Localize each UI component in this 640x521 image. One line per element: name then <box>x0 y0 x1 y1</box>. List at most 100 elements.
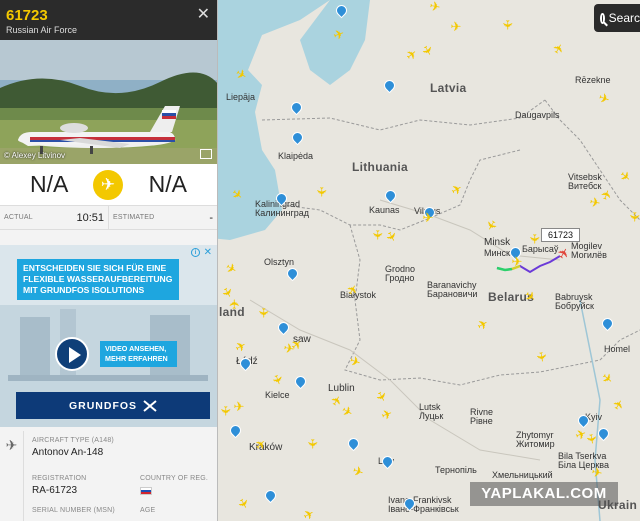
aircraft-type: Antonov An-148 <box>32 447 104 458</box>
airport-pin[interactable] <box>384 80 393 92</box>
airport-pin[interactable] <box>348 438 357 450</box>
flight-info-panel: 61723 Russian Air Force ✕ © Alexey Litvi… <box>0 0 218 521</box>
actual-label: ACTUAL <box>4 214 33 221</box>
destination-code[interactable]: N/A <box>149 171 187 198</box>
expand-icon[interactable] <box>200 149 212 159</box>
label-ivano-ru: Івано-Франківськ <box>388 504 459 514</box>
label-klaipeda: Klaipėda <box>278 151 314 161</box>
label-liepaja: Liepāja <box>226 92 256 102</box>
russia-flag-icon <box>140 487 152 495</box>
estimated-time: - <box>209 211 213 224</box>
airport-pin[interactable] <box>382 456 391 468</box>
airport-pin[interactable] <box>230 425 239 437</box>
actual-time: 10:51 <box>76 211 104 224</box>
close-icon[interactable]: ✕ <box>197 7 210 23</box>
search-label: Searc <box>608 11 640 25</box>
aircraft-photo-image <box>0 40 217 164</box>
route-bar: N/A ✈ N/A <box>0 164 217 206</box>
ad-close-icon[interactable]: ✕ <box>204 247 212 258</box>
aircraft-type-label: AIRCRAFT TYPE <box>32 437 90 444</box>
label-minsk-ru: Минск <box>484 248 510 258</box>
airport-pin[interactable] <box>265 490 274 502</box>
estimated-label: ESTIMATED <box>113 214 155 221</box>
estimated-time-cell: ESTIMATED - <box>108 206 217 229</box>
label-kaliningrad-ru: Калининград <box>255 208 310 218</box>
airplane-icon: ✈ <box>93 170 123 200</box>
flight-operator: Russian Air Force <box>6 25 78 35</box>
aircraft-icon[interactable]: ✈ <box>500 18 515 32</box>
ad-cta[interactable]: VIDEO ANSEHEN, MEHR ERFAHREN <box>100 341 177 367</box>
label-baranavichy-ru: Барановичи <box>427 289 478 299</box>
label-minsk: Minsk <box>484 237 511 248</box>
airport-pin[interactable] <box>291 102 300 114</box>
airport-pin[interactable] <box>276 193 285 205</box>
airplane-icon: ✈ <box>0 431 24 521</box>
airport-pin[interactable] <box>404 498 413 510</box>
ad-brand-bar[interactable]: GRUNDFOS <box>16 392 210 419</box>
label-rezekne: Rēzekne <box>575 75 611 85</box>
photo-credit: © Alexey Litvinov <box>4 151 66 160</box>
registration-label: REGISTRATION <box>32 475 87 482</box>
aircraft-icon[interactable]: ✈ <box>305 437 320 451</box>
airport-pin[interactable] <box>240 358 249 370</box>
aircraft-icon[interactable]: ✈ <box>421 211 435 225</box>
aircraft-icon[interactable]: ✈ <box>527 232 542 246</box>
panel-header: 61723 Russian Air Force ✕ <box>0 0 217 40</box>
actual-time-cell: ACTUAL 10:51 <box>0 206 108 229</box>
label-vitsebsk-ru: Витебск <box>568 181 602 191</box>
aircraft-photo[interactable]: © Alexey Litvinov <box>0 40 217 164</box>
site-watermark: YAPLAKAL.COM <box>470 482 618 506</box>
aircraft-icon[interactable]: ✈ <box>227 297 242 311</box>
aircraft-icon[interactable]: ✈ <box>314 185 329 199</box>
aircraft-icon[interactable]: ✈ <box>583 431 600 447</box>
aircraft-icon[interactable]: ✈ <box>449 20 463 34</box>
airport-pin[interactable] <box>287 268 296 280</box>
time-row: ACTUAL 10:51 ESTIMATED - <box>0 206 217 230</box>
airport-pin[interactable] <box>336 5 345 17</box>
label-homel: Homel <box>604 344 631 354</box>
aircraft-icon[interactable]: ✈ <box>218 404 233 418</box>
selected-flight-tag[interactable]: 61723 <box>541 228 581 242</box>
label-lithuania: Lithuania <box>352 160 409 174</box>
ad-headline: ENTSCHEIDEN SIE SICH FÜR EINE FLEXIBLE W… <box>17 259 179 300</box>
aircraft-details: ✈ AIRCRAFT TYPE (A148) Antonov An-148 RE… <box>0 431 217 521</box>
label-ternopil: Тернопіль <box>435 465 477 475</box>
ad-info-icon[interactable]: i <box>191 248 200 257</box>
country-label: COUNTRY OF REG. <box>140 475 209 482</box>
label-rivne-ru: Рівне <box>470 416 493 426</box>
airport-pin[interactable] <box>278 322 287 334</box>
advertisement[interactable]: i ✕ ENTSCHEIDEN SIE SICH FÜR EINE FLEXIB… <box>0 245 217 427</box>
airport-pin[interactable] <box>385 190 394 202</box>
origin-code[interactable]: N/A <box>30 171 68 198</box>
airport-pin[interactable] <box>295 376 304 388</box>
airport-pin[interactable] <box>598 428 607 440</box>
label-grodno-ru: Гродно <box>385 273 415 283</box>
registration-value: RA-61723 <box>32 485 78 496</box>
label-olsztyn: Olsztyn <box>264 257 295 267</box>
search-icon <box>600 12 605 24</box>
age-label: AGE <box>140 507 156 514</box>
aircraft-icon[interactable]: ✈ <box>232 400 246 414</box>
label-babruysk-ru: Бобруйск <box>555 301 594 311</box>
ad-brand-name: GRUNDFOS <box>68 399 138 412</box>
aircraft-icon[interactable]: ✈ <box>256 306 271 320</box>
aircraft-icon[interactable]: ✈ <box>533 349 550 365</box>
aircraft-icon[interactable]: ✈ <box>427 0 443 15</box>
airport-pin[interactable] <box>292 132 301 144</box>
label-zhytomyr-ru: Житомир <box>516 439 555 449</box>
label-mogilev-ru: Могилёв <box>571 250 607 260</box>
label-kielce: Kielce <box>265 390 290 400</box>
aircraft-type-code: (A148) <box>91 437 114 444</box>
label-kaunas: Kaunas <box>369 205 400 215</box>
aircraft-icon[interactable]: ✈ <box>589 464 605 481</box>
airport-pin[interactable] <box>602 318 611 330</box>
play-icon[interactable] <box>55 337 89 371</box>
aircraft-icon[interactable]: ✈ <box>510 255 524 269</box>
label-lutsk-ru: Луцьк <box>419 411 444 421</box>
serial-label: SERIAL NUMBER (MSN) <box>32 507 115 514</box>
label-daugavpils: Daugavpils <box>515 110 560 120</box>
search-button[interactable]: Searc <box>594 4 640 32</box>
grundfos-logo-icon <box>143 399 157 412</box>
label-latvia: Latvia <box>430 81 467 95</box>
aircraft-icon[interactable]: ✈ <box>627 210 640 224</box>
